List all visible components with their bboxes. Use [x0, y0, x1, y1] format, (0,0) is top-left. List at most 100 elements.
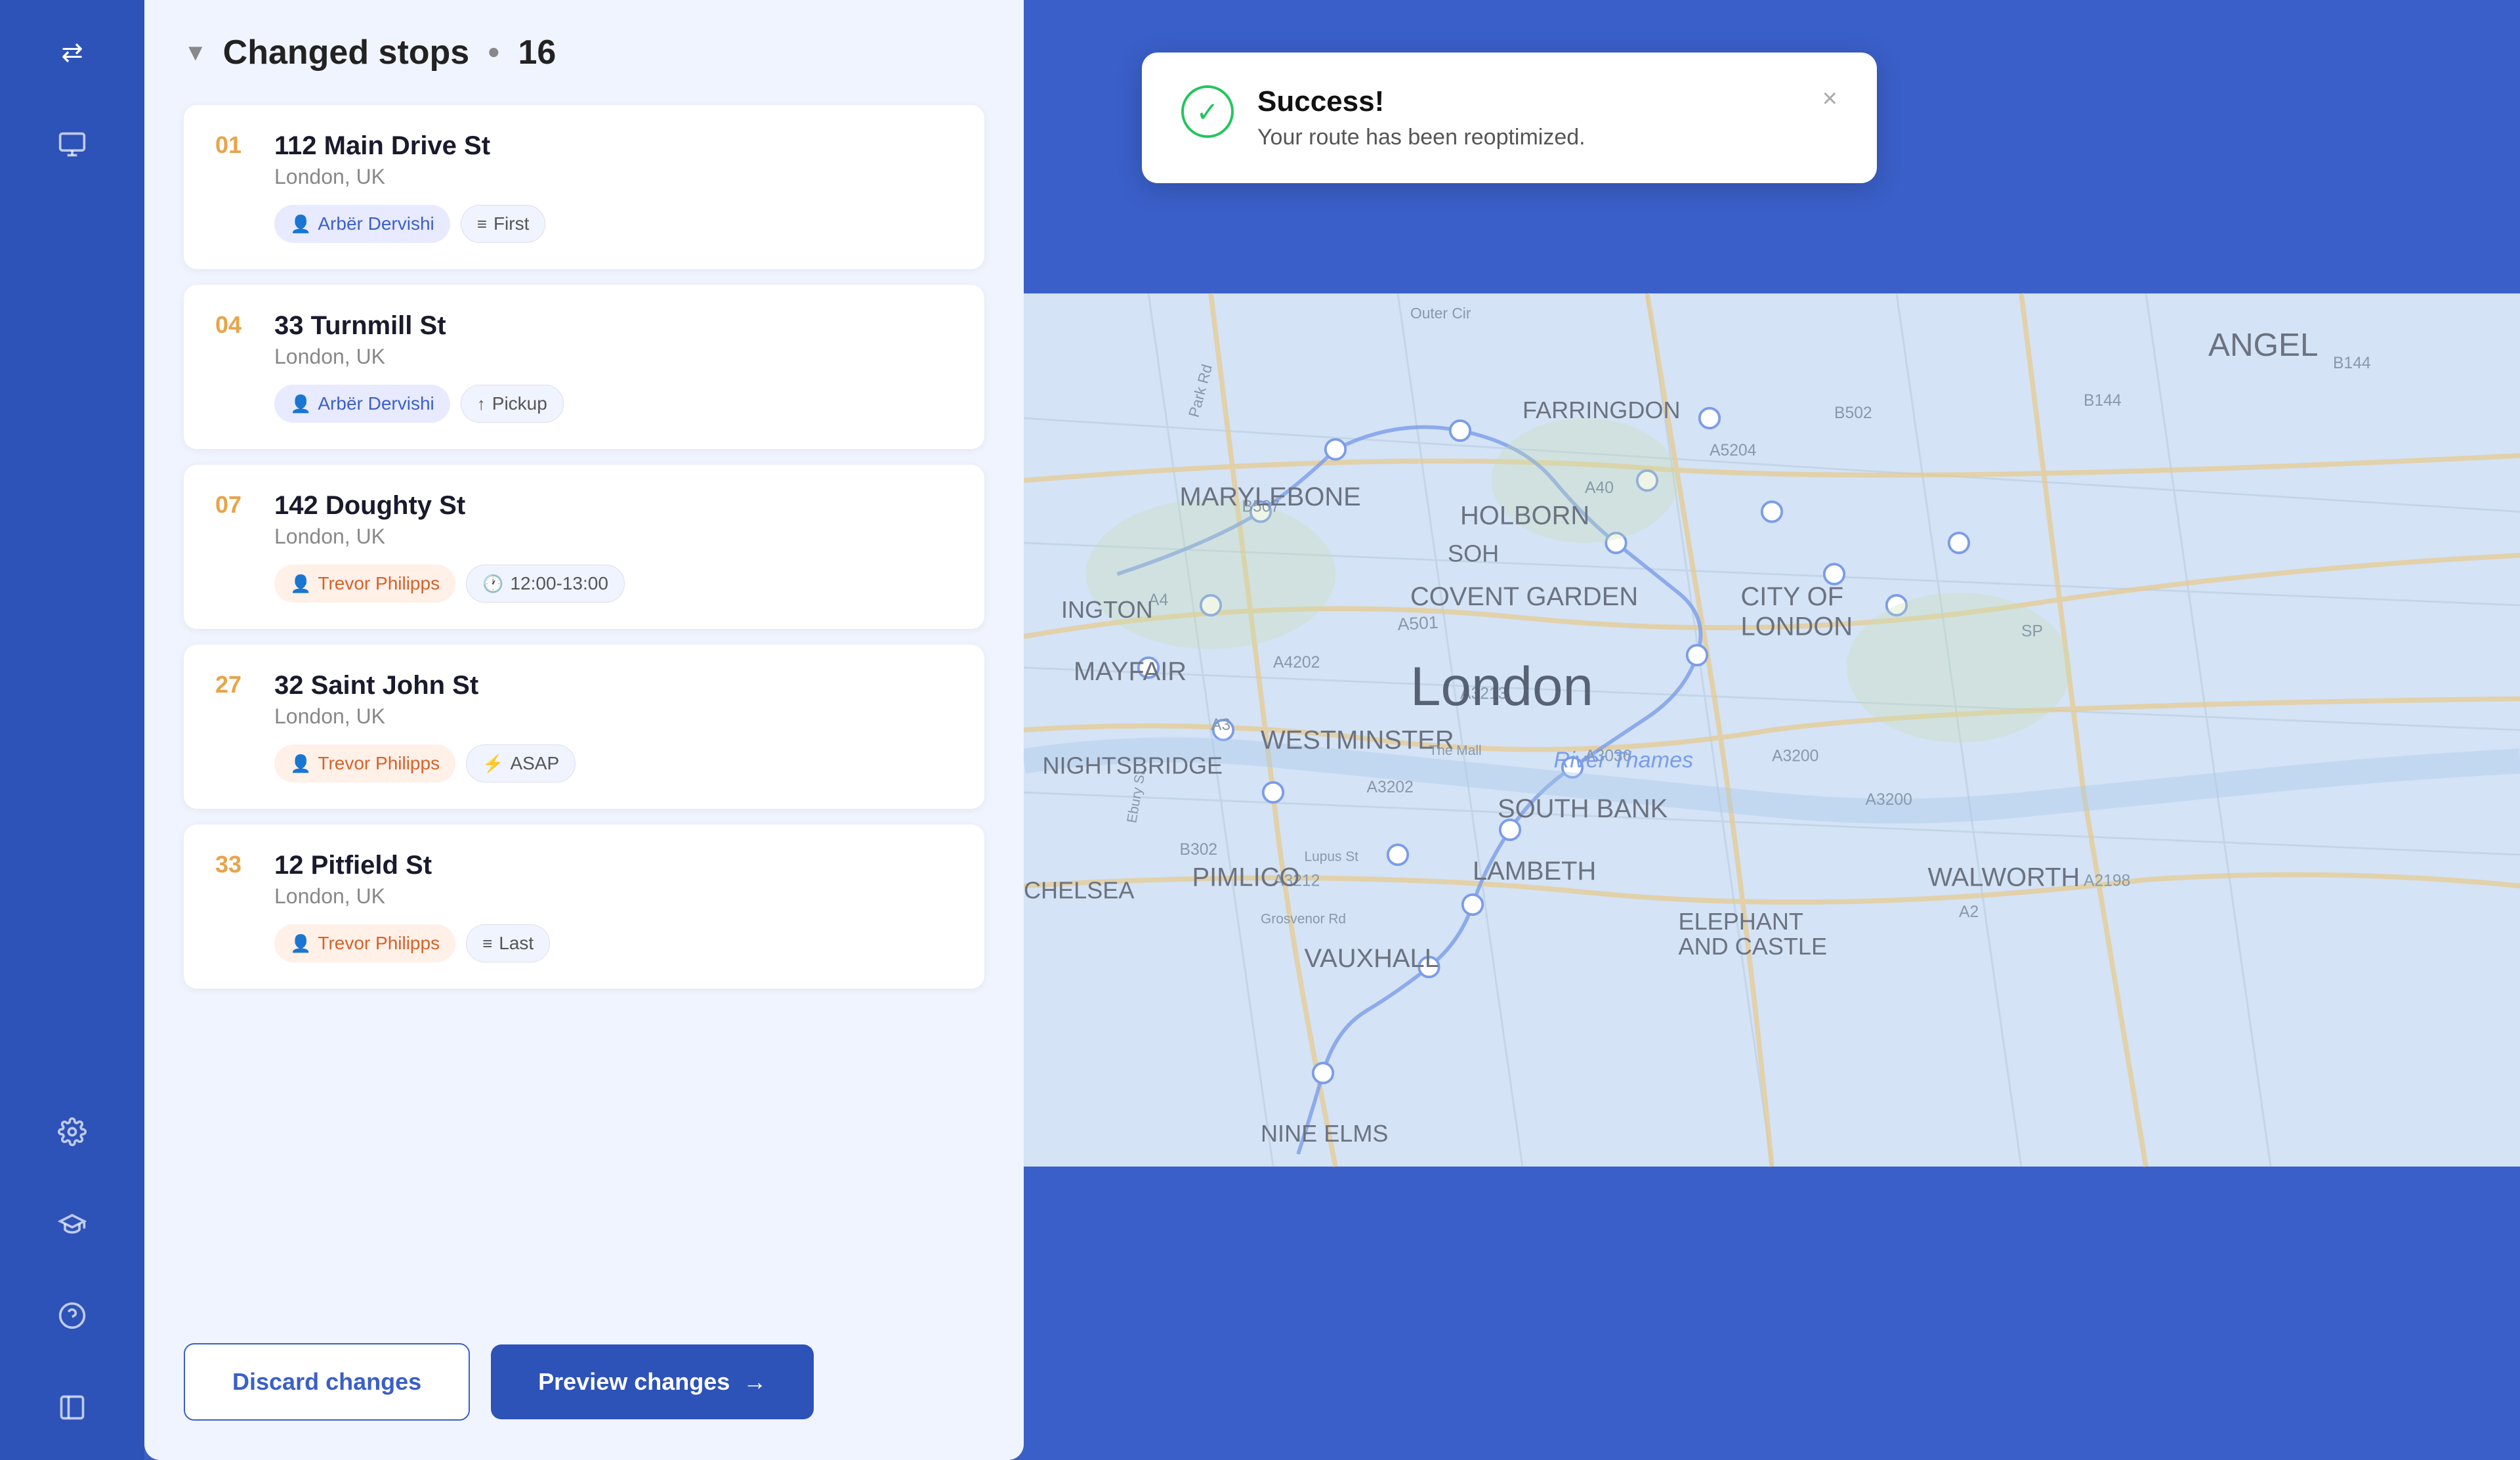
stop-info: 112 Main Drive St London, UK 👤 Arbër Der… — [274, 131, 953, 243]
stop-city: London, UK — [274, 704, 953, 729]
svg-text:WALWORTH: WALWORTH — [1928, 863, 2080, 892]
toast-content: Success! Your route has been reoptimized… — [1257, 85, 1799, 150]
success-toast: ✓ Success! Your route has been reoptimiz… — [1142, 53, 1877, 183]
svg-text:NINE ELMS: NINE ELMS — [1261, 1120, 1388, 1147]
sidebar-item-support[interactable] — [46, 1289, 98, 1342]
stops-list: 01 112 Main Drive St London, UK 👤 Arbër … — [144, 92, 1024, 1317]
svg-text:LONDON: LONDON — [1741, 612, 1853, 641]
tag-label: Trevor Philipps — [318, 933, 440, 954]
stop-tags: 👤 Trevor Philipps 🕐 12:00-13:00 — [274, 565, 953, 603]
svg-text:Lupus St: Lupus St — [1305, 849, 1359, 865]
svg-text:B144: B144 — [2333, 354, 2371, 372]
tag-label: First — [494, 213, 529, 234]
svg-text:AND CASTLE: AND CASTLE — [1679, 933, 1828, 960]
stop-tag: 🕐 12:00-13:00 — [466, 565, 625, 603]
svg-text:SOH: SOH — [1448, 540, 1499, 567]
sidebar-item-collapse[interactable] — [46, 1381, 98, 1434]
svg-text:PIMLICO: PIMLICO — [1192, 863, 1300, 892]
stop-row-top: 27 32 Saint John St London, UK 👤 Trevor … — [215, 671, 953, 783]
tag-label: Arbër Dervishi — [318, 213, 434, 234]
svg-text:A2: A2 — [1959, 903, 1979, 921]
sidebar: ⇄ — [0, 0, 144, 1460]
stop-tag: ↑ Pickup — [461, 385, 564, 423]
toast-close-button[interactable]: × — [1822, 85, 1838, 112]
map-area: A501 B507 A40 A5204 B502 B144 A3202 B302… — [1024, 0, 2520, 1460]
toast-message: Your route has been reoptimized. — [1257, 125, 1799, 150]
svg-text:Grosvenor Rd: Grosvenor Rd — [1261, 912, 1346, 927]
svg-text:A40: A40 — [1585, 479, 1614, 497]
svg-text:A4202: A4202 — [1273, 654, 1320, 672]
collapse-arrow-icon[interactable]: ▼ — [184, 39, 207, 66]
stop-info: 33 Turnmill St London, UK 👤 Arbër Dervis… — [274, 311, 953, 423]
svg-text:HOLBORN: HOLBORN — [1460, 502, 1589, 530]
sidebar-item-learn[interactable] — [46, 1197, 98, 1250]
panel-title: Changed stops — [223, 33, 470, 72]
stop-address: 32 Saint John St — [274, 671, 953, 700]
tag-label: 12:00-13:00 — [510, 573, 608, 594]
stop-info: 32 Saint John St London, UK 👤 Trevor Phi… — [274, 671, 953, 783]
stop-address: 112 Main Drive St — [274, 131, 953, 161]
side-panel: ▼ Changed stops • 16 01 112 Main Drive S… — [144, 0, 1024, 1460]
stop-tag: ⚡ ASAP — [466, 744, 576, 783]
stop-tag: 👤 Arbër Dervishi — [274, 205, 450, 243]
svg-text:COVENT GARDEN: COVENT GARDEN — [1410, 582, 1638, 611]
tag-label: Trevor Philipps — [318, 573, 440, 594]
tag-icon: ≡ — [477, 214, 487, 234]
svg-text:The Mall: The Mall — [1429, 743, 1482, 758]
stop-address: 33 Turnmill St — [274, 311, 953, 341]
stop-info: 12 Pitfield St London, UK 👤 Trevor Phili… — [274, 851, 953, 962]
svg-text:A2198: A2198 — [2084, 872, 2130, 890]
toast-title: Success! — [1257, 85, 1799, 118]
stop-number: 07 — [215, 491, 255, 519]
svg-text:CHELSEA: CHELSEA — [1024, 877, 1134, 904]
stop-number: 27 — [215, 671, 255, 698]
svg-text:MARYLEBONE: MARYLEBONE — [1180, 483, 1361, 511]
stop-item: 04 33 Turnmill St London, UK 👤 Arbër Der… — [184, 285, 984, 449]
stop-item: 27 32 Saint John St London, UK 👤 Trevor … — [184, 645, 984, 809]
svg-text:LAMBETH: LAMBETH — [1473, 857, 1596, 886]
stop-item: 07 142 Doughty St London, UK 👤 Trevor Ph… — [184, 465, 984, 629]
svg-text:INGTON: INGTON — [1061, 596, 1153, 623]
stop-address: 142 Doughty St — [274, 491, 953, 521]
stop-info: 142 Doughty St London, UK 👤 Trevor Phili… — [274, 491, 953, 603]
svg-text:A3202: A3202 — [1367, 779, 1414, 796]
stop-tags: 👤 Arbër Dervishi ↑ Pickup — [274, 385, 953, 423]
svg-text:SP: SP — [2021, 623, 2043, 641]
sidebar-item-presentation[interactable] — [46, 118, 98, 171]
stop-row-top: 04 33 Turnmill St London, UK 👤 Arbër Der… — [215, 311, 953, 423]
svg-text:B502: B502 — [1834, 404, 1872, 422]
svg-text:Outer Cir: Outer Cir — [1410, 305, 1471, 322]
stop-tag: ≡ First — [461, 205, 546, 243]
tag-icon: ⚡ — [482, 754, 503, 774]
stop-number: 33 — [215, 851, 255, 878]
stop-number: 01 — [215, 131, 255, 159]
stop-item: 33 12 Pitfield St London, UK 👤 Trevor Ph… — [184, 825, 984, 989]
sidebar-item-route[interactable]: ⇄ — [46, 26, 98, 79]
stop-tags: 👤 Trevor Philipps ⚡ ASAP — [274, 744, 953, 783]
preview-changes-button[interactable]: Preview changes → — [491, 1344, 814, 1419]
panel-dot: • — [488, 33, 499, 72]
stop-city: London, UK — [274, 165, 953, 189]
sidebar-item-settings[interactable] — [46, 1106, 98, 1158]
svg-text:River Thames: River Thames — [1554, 748, 1694, 773]
stop-tag: 👤 Arbër Dervishi — [274, 385, 450, 423]
svg-text:SOUTH BANK: SOUTH BANK — [1498, 794, 1668, 823]
stop-tag: 👤 Trevor Philipps — [274, 744, 455, 783]
stop-item: 01 112 Main Drive St London, UK 👤 Arbër … — [184, 105, 984, 269]
svg-text:A3200: A3200 — [1772, 748, 1818, 765]
success-icon: ✓ — [1181, 85, 1234, 138]
tag-label: ASAP — [510, 753, 559, 774]
svg-text:FARRINGDON: FARRINGDON — [1522, 397, 1681, 423]
panel-footer: Discard changes Preview changes → — [144, 1317, 1024, 1460]
svg-text:ELEPHANT: ELEPHANT — [1679, 908, 1803, 935]
stop-tags: 👤 Arbër Dervishi ≡ First — [274, 205, 953, 243]
map-svg: A501 B507 A40 A5204 B502 B144 A3202 B302… — [1024, 0, 2520, 1460]
tag-icon: 👤 — [290, 394, 311, 414]
stop-tag: ≡ Last — [466, 924, 550, 962]
svg-text:A3: A3 — [1211, 716, 1230, 734]
panel-header: ▼ Changed stops • 16 — [144, 0, 1024, 92]
tag-label: Pickup — [492, 393, 547, 414]
tag-label: Trevor Philipps — [318, 753, 440, 774]
discard-changes-button[interactable]: Discard changes — [184, 1343, 470, 1421]
panel-count: 16 — [518, 33, 556, 72]
